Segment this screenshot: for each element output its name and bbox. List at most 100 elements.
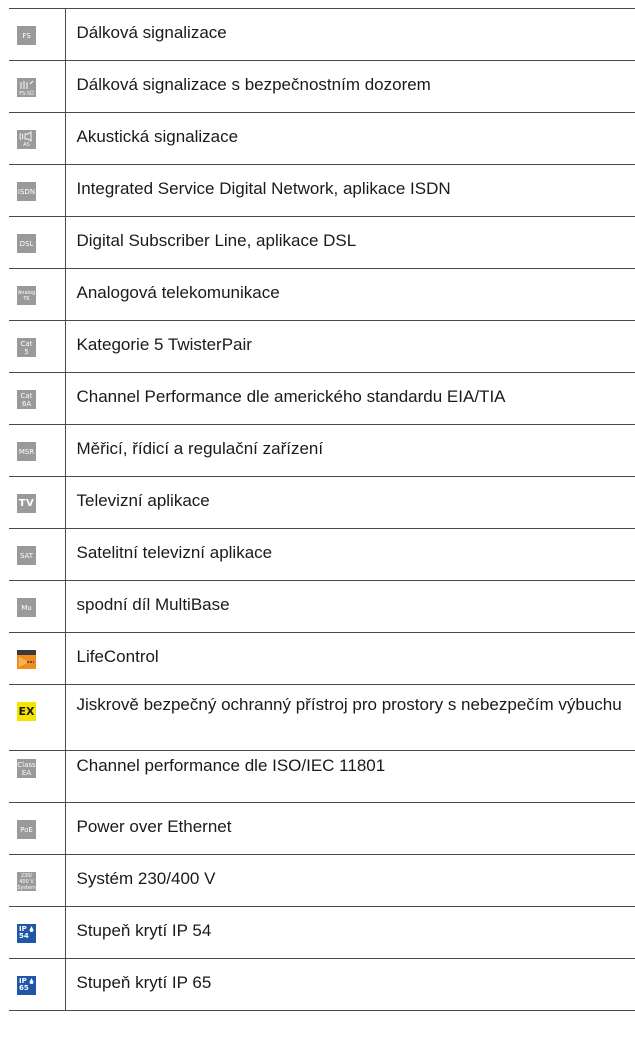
icon-cell: Cat 6A xyxy=(9,372,66,425)
icon-cell: Class EA xyxy=(9,750,66,803)
icon-cell: IP 65 xyxy=(9,958,66,1011)
lifecontrol-graphic xyxy=(17,650,36,669)
msr-icon: MSR xyxy=(17,442,36,461)
fs-icon-label: FS xyxy=(22,31,31,40)
ip65-icon-sublabel: 65 xyxy=(19,984,29,992)
legend-text: Power over Ethernet xyxy=(65,802,635,855)
legend-text: Akustická signalizace xyxy=(65,112,635,165)
cat5-icon-label: Cat xyxy=(20,339,33,348)
icon-cell: AS xyxy=(9,112,66,165)
legend-text: spodní díl MultiBase xyxy=(65,580,635,633)
cat6a-icon: Cat 6A xyxy=(17,390,36,409)
legend-row-ip65: IP 65 Stupeň krytí IP 65 xyxy=(9,958,635,1011)
multibase-icon: Mu xyxy=(17,598,36,617)
legend-row-cat5: Cat 5 Kategorie 5 TwisterPair xyxy=(9,320,635,373)
tv-icon: TV xyxy=(17,494,36,513)
icon-cell: FS xyxy=(9,8,66,61)
legend-text: Měřicí, řídicí a regulační zařízení xyxy=(65,424,635,477)
legend-table: FS Dálková signalizace FS-SÜ Dálková sig… xyxy=(9,8,635,1011)
icon-cell: Analog TK xyxy=(9,268,66,321)
isdn-icon: ISDN xyxy=(17,182,36,201)
fs-su-icon-label: FS-SÜ xyxy=(19,90,34,97)
legend-row-msr: MSR Měřicí, řídicí a regulační zařízení xyxy=(9,424,635,477)
legend-row-sat: SAT Satelitní televizní aplikace xyxy=(9,528,635,581)
legend-row-dsl: DSL Digital Subscriber Line, aplikace DS… xyxy=(9,216,635,269)
isdn-icon-label: ISDN xyxy=(17,187,36,196)
icon-cell: TV xyxy=(9,476,66,529)
msr-icon-label: MSR xyxy=(18,447,35,456)
analog-tk-icon: Analog TK xyxy=(17,286,36,305)
fs-su-icon: FS-SÜ xyxy=(17,78,36,97)
legend-text: LifeControl xyxy=(65,632,635,685)
cat5-icon: Cat 5 xyxy=(17,338,36,357)
class-ea-icon: Class EA xyxy=(17,759,36,778)
icon-cell: DSL xyxy=(9,216,66,269)
cat5-icon-sublabel: 5 xyxy=(24,347,29,356)
dsl-icon: DSL xyxy=(17,234,36,253)
legend-row-poe: PoE Power over Ethernet xyxy=(9,802,635,855)
tv-icon-label: TV xyxy=(18,497,35,509)
legend-row-tv: TV Televizní aplikace xyxy=(9,476,635,529)
icon-cell: 230/ 400 V System xyxy=(9,854,66,907)
analog-tk-icon-sublabel: TK xyxy=(23,295,30,302)
icon-cell: MSR xyxy=(9,424,66,477)
legend-text: Stupeň krytí IP 54 xyxy=(65,906,635,959)
legend-text: Jiskrově bezpečný ochranný přístroj pro … xyxy=(65,684,635,751)
legend-text: Integrated Service Digital Network, apli… xyxy=(65,164,635,217)
legend-row-fs-su: FS-SÜ Dálková signalizace s bezpečnostní… xyxy=(9,60,635,113)
legend-row-class-ea: Class EA Channel performance dle ISO/IEC… xyxy=(9,750,635,803)
legend-row-isdn: ISDN Integrated Service Digital Network,… xyxy=(9,164,635,217)
legend-row-multibase: Mu spodní díl MultiBase xyxy=(9,580,635,633)
as-icon-label: AS xyxy=(23,142,30,148)
legend-text: Satelitní televizní aplikace xyxy=(65,528,635,581)
ip65-icon: IP 65 xyxy=(17,976,36,995)
legend-row-lifecontrol: LifeControl xyxy=(9,632,635,685)
legend-text: Digital Subscriber Line, aplikace DSL xyxy=(65,216,635,269)
system-icon-caption: System xyxy=(17,884,36,891)
sat-icon-label: SAT xyxy=(19,551,34,560)
poe-icon: PoE xyxy=(17,820,36,839)
legend-row-ip54: IP 54 Stupeň krytí IP 54 xyxy=(9,906,635,959)
icon-cell: SAT xyxy=(9,528,66,581)
ex-icon-label: EX xyxy=(18,704,35,718)
multibase-icon-label: Mu xyxy=(21,603,32,612)
icon-cell: PoE xyxy=(9,802,66,855)
ex-icon: EX xyxy=(17,702,36,721)
dsl-icon-label: DSL xyxy=(19,239,34,248)
legend-row-analog-tk: Analog TK Analogová telekomunikace xyxy=(9,268,635,321)
class-ea-icon-sublabel: EA xyxy=(21,768,32,777)
icon-cell: FS-SÜ xyxy=(9,60,66,113)
icon-cell xyxy=(9,632,66,685)
sat-icon: SAT xyxy=(17,546,36,565)
water-drop-icon xyxy=(29,978,34,984)
fs-icon: FS xyxy=(17,26,36,45)
signal-lines-icon xyxy=(20,80,34,89)
legend-row-ex: EX Jiskrově bezpečný ochranný přístroj p… xyxy=(9,684,635,751)
icon-cell: IP 54 xyxy=(9,906,66,959)
water-drop-icon xyxy=(29,926,34,932)
legend-text: Stupeň krytí IP 65 xyxy=(65,958,635,1011)
legend-text: Channel performance dle ISO/IEC 11801 xyxy=(65,750,635,803)
speaker-icon xyxy=(19,131,32,142)
ip54-icon: IP 54 xyxy=(17,924,36,943)
cat6a-icon-sublabel: 6A xyxy=(21,399,32,408)
legend-text: Dálková signalizace s bezpečnostním dozo… xyxy=(65,60,635,113)
legend-text: Systém 230/400 V xyxy=(65,854,635,907)
legend-row-cat6a: Cat 6A Channel Performance dle americkéh… xyxy=(9,372,635,425)
poe-icon-label: PoE xyxy=(20,825,33,834)
icon-cell: ISDN xyxy=(9,164,66,217)
ip54-icon-sublabel: 54 xyxy=(19,932,29,940)
legend-text: Televizní aplikace xyxy=(65,476,635,529)
speaker-as-icon: AS xyxy=(17,130,36,149)
lifecontrol-icon xyxy=(17,650,36,669)
legend-row-system-230-400: 230/ 400 V System Systém 230/400 V xyxy=(9,854,635,907)
icon-cell: Cat 5 xyxy=(9,320,66,373)
icon-cell: EX xyxy=(9,684,66,751)
cat6a-icon-label: Cat xyxy=(20,391,33,400)
legend-text: Channel Performance dle amerického stand… xyxy=(65,372,635,425)
legend-text: Analogová telekomunikace xyxy=(65,268,635,321)
icon-cell: Mu xyxy=(9,580,66,633)
legend-text: Kategorie 5 TwisterPair xyxy=(65,320,635,373)
legend-text: Dálková signalizace xyxy=(65,8,635,61)
legend-row-as: AS Akustická signalizace xyxy=(9,112,635,165)
